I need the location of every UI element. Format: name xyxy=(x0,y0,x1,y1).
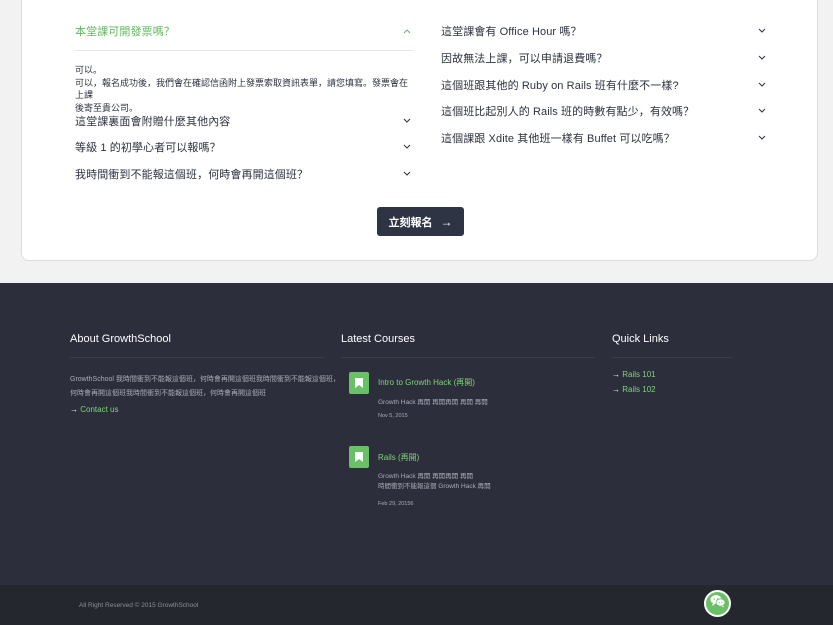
about-text-line: 何時會再開這個班我時間衝到不能報這個班，何時會再開這個班 xyxy=(70,390,266,397)
faq-answer: 可以。 可以，報名成功後，我們會在確認信函附上發票索取資訊表單，請您填寫。發票會… xyxy=(75,64,413,114)
course-description: Growth Hack 再開 再開再開 再開 時間衝到不能報這個 Growth … xyxy=(378,472,491,492)
faq-item-reopen[interactable]: 我時間衝到不能報這個班，何時會再開這個班？ xyxy=(75,163,413,185)
quick-link-rails-102[interactable]: → Rails 102 xyxy=(612,385,656,394)
faq-question: 這個課跟 Xdite 其他班一樣有 Buffet 可以吃嗎？ xyxy=(441,133,675,145)
course-description-line: 時間衝到不能報這個 Growth Hack 再開 xyxy=(378,483,491,490)
quick-link-label: Rails 101 xyxy=(622,370,656,379)
quick-link-rails-101[interactable]: → Rails 101 xyxy=(612,370,656,379)
bookmark-icon xyxy=(349,372,369,394)
faq-item-beginner[interactable]: 等級 1 的初學心者可以報嗎？ xyxy=(75,136,413,158)
arrow-right-icon: → xyxy=(612,385,620,394)
course-description: Growth Hack 再開 再開再開 再開 再開 xyxy=(378,398,488,408)
contact-us-link[interactable]: → Contact us xyxy=(70,405,118,414)
quick-links-heading: Quick Links xyxy=(612,333,669,345)
faq-question: 因故無法上課，可以申請退費嗎？ xyxy=(441,53,608,65)
course-description-line: Growth Hack 再開 再開再開 再開 再開 xyxy=(378,399,488,406)
faq-divider xyxy=(75,50,413,51)
footer: About GrowthSchool GrowthSchool 我時間衝到不能報… xyxy=(0,283,833,585)
quick-links-divider xyxy=(612,357,732,358)
faq-item-hours[interactable]: 這個班比起別人的 Rails 班的時數有點少，有效嗎？ xyxy=(441,100,768,122)
faq-question: 我時間衝到不能報這個班，何時會再開這個班？ xyxy=(75,169,309,181)
faq-question: 等級 1 的初學心者可以報嗎？ xyxy=(75,142,221,154)
about-text-line: GrowthSchool 我時間衝到不能報這個班，何時會再開這個班我時間衝到不能… xyxy=(70,376,340,383)
chevron-down-icon xyxy=(401,168,413,180)
arrow-right-icon: → xyxy=(70,405,78,414)
register-now-button[interactable]: 立刻報名 → xyxy=(377,207,464,236)
chevron-down-icon xyxy=(756,132,768,144)
chevron-down-icon xyxy=(756,52,768,64)
quick-link-label: Rails 102 xyxy=(622,385,656,394)
course-date: Nov 5, 2015 xyxy=(378,413,408,419)
faq-question: 這堂課會有 Office Hour 嗎？ xyxy=(441,26,582,38)
chevron-down-icon xyxy=(756,105,768,117)
latest-courses-heading: Latest Courses xyxy=(341,333,415,345)
chat-icon xyxy=(710,594,726,613)
bookmark-icon xyxy=(349,446,369,468)
chevron-down-icon xyxy=(401,141,413,153)
chevron-up-icon xyxy=(401,25,413,37)
about-divider xyxy=(70,357,324,358)
copyright-text: All Right Reserved © 2015 GrowthSchool xyxy=(79,602,199,609)
faq-answer-line: 可以，報名成功後，我們會在確認信函附上發票索取資訊表單，請您填寫。發票會在上課 xyxy=(75,77,409,101)
register-now-label: 立刻報名 xyxy=(388,216,433,229)
courses-divider xyxy=(341,357,595,358)
faq-item-extras[interactable]: 這堂課裏面會附贈什麼其他內容 xyxy=(75,110,413,132)
faq-question: 本堂課可開發票嗎？ xyxy=(75,26,175,38)
chevron-down-icon xyxy=(756,79,768,91)
faq-item-office-hour[interactable]: 這堂課會有 Office Hour 嗎？ xyxy=(441,20,768,42)
contact-us-label: Contact us xyxy=(80,405,119,414)
arrow-right-icon: → xyxy=(440,214,453,229)
faq-item-buffet[interactable]: 這個課跟 Xdite 其他班一樣有 Buffet 可以吃嗎？ xyxy=(441,127,768,149)
faq-item-difference[interactable]: 這個班跟其他的 Ruby on Rails 班有什麼不一樣? xyxy=(441,74,768,96)
chevron-down-icon xyxy=(401,115,413,127)
bottom-bar: All Right Reserved © 2015 GrowthSchool xyxy=(0,585,833,625)
faq-question: 這堂課裏面會附贈什麼其他內容 xyxy=(75,116,231,128)
faq-item-invoice[interactable]: 本堂課可開發票嗎？ xyxy=(75,20,413,42)
course-title-link[interactable]: Rails (再開) xyxy=(378,452,419,463)
chat-button[interactable] xyxy=(704,590,731,617)
chevron-down-icon xyxy=(756,25,768,37)
about-heading: About GrowthSchool xyxy=(70,333,171,345)
course-description-line: Growth Hack 再開 再開再開 再開 xyxy=(378,473,473,480)
course-date: Feb 29, 20156 xyxy=(378,501,414,507)
faq-question: 這個班跟其他的 Ruby on Rails 班有什麼不一樣? xyxy=(441,80,679,92)
course-title-link[interactable]: Intro to Growth Hack (再開) xyxy=(378,377,475,388)
faq-item-refund[interactable]: 因故無法上課，可以申請退費嗎？ xyxy=(441,47,768,69)
about-text: GrowthSchool 我時間衝到不能報這個班，何時會再開這個班我時間衝到不能… xyxy=(70,373,340,401)
faq-card: 本堂課可開發票嗎？ 可以。 可以，報名成功後，我們會在確認信函附上發票索取資訊表… xyxy=(21,0,818,261)
faq-answer-line: 可以。 xyxy=(75,65,103,75)
arrow-right-icon: → xyxy=(612,370,620,379)
faq-question: 這個班比起別人的 Rails 班的時數有點少，有效嗎？ xyxy=(441,106,695,118)
